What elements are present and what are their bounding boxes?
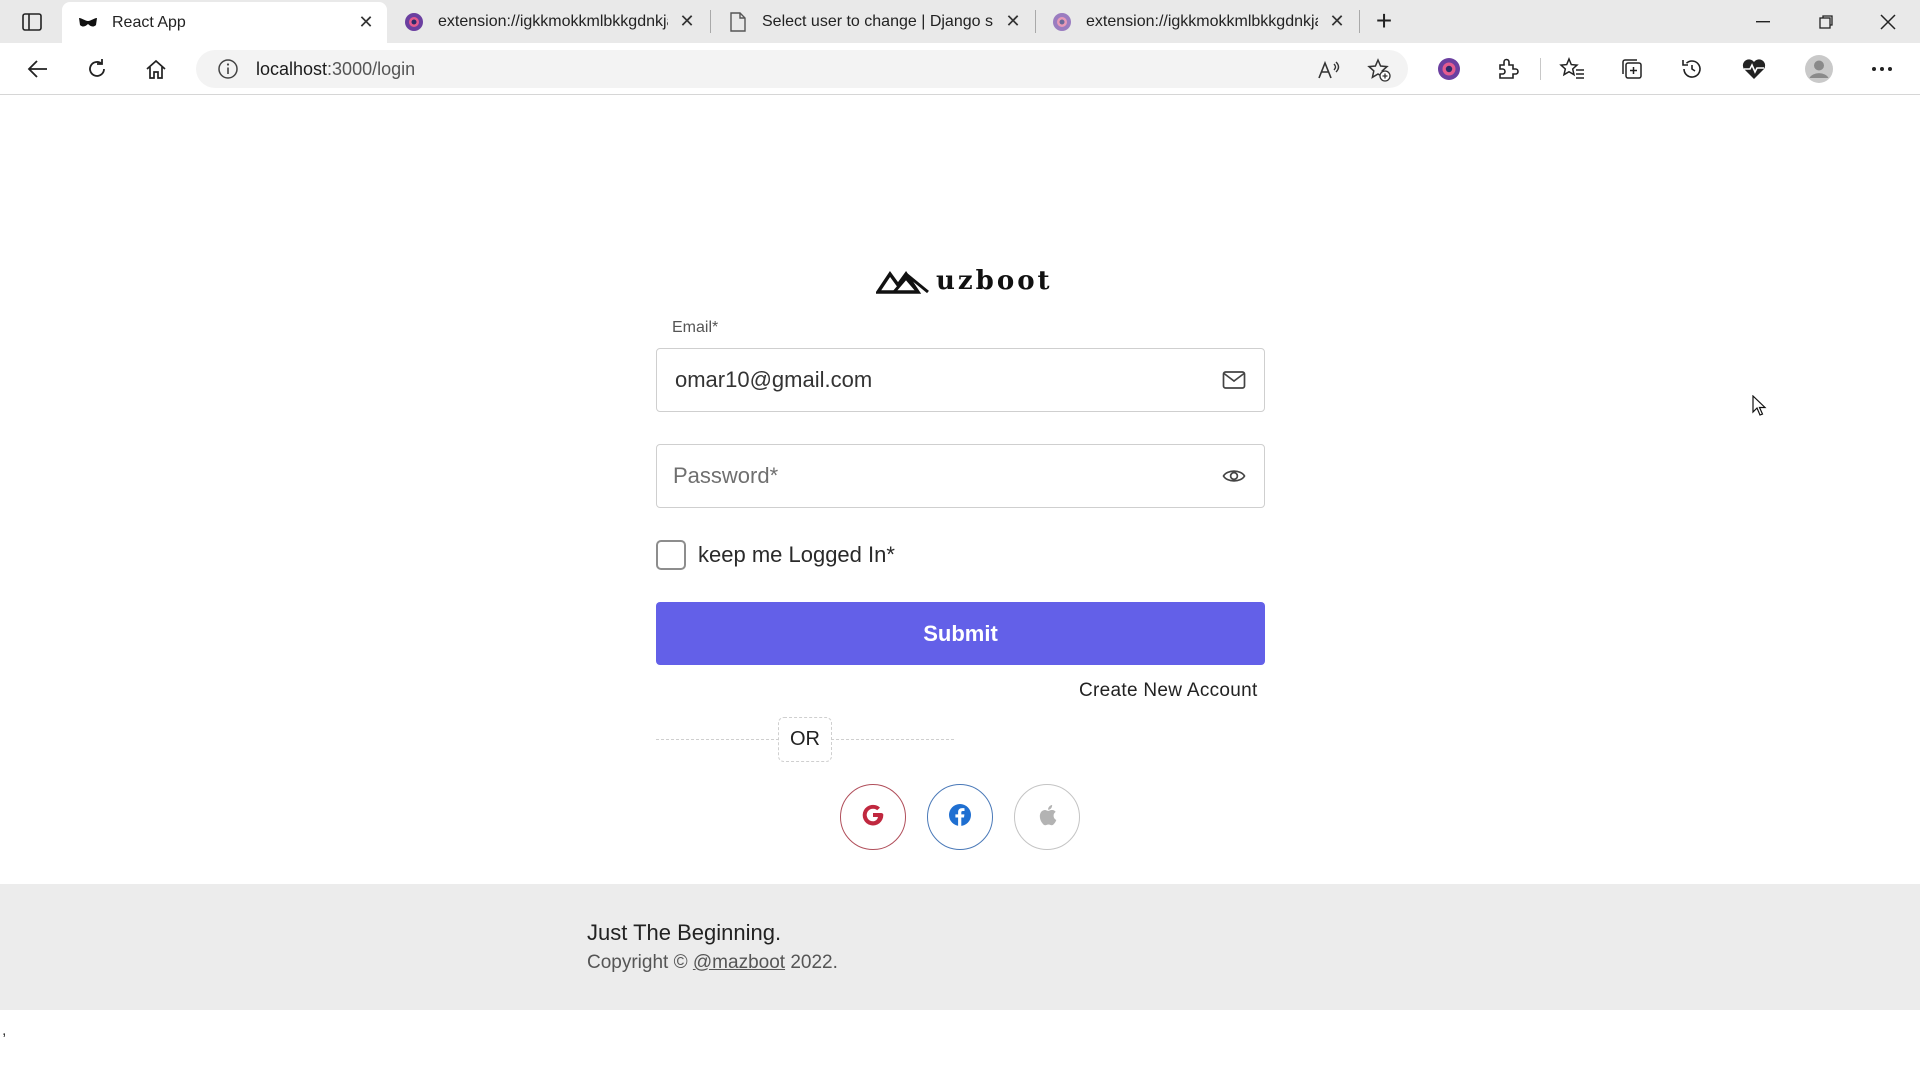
apple-icon (1036, 803, 1058, 832)
or-label: OR (778, 717, 832, 762)
tab-title: extension://igkkmokkmlbkkgdnkjancbl (1086, 12, 1318, 30)
facebook-icon (948, 803, 972, 832)
extension-icon[interactable] (1433, 53, 1465, 85)
password-field[interactable]: Password* (656, 444, 1265, 508)
extension-icon (404, 12, 424, 32)
site-info-icon[interactable] (216, 57, 240, 81)
login-page: uzboot Email* omar10@gmail.com Password*… (0, 96, 1920, 1080)
footer-title: Just The Beginning. (587, 920, 782, 945)
history-icon[interactable] (1676, 53, 1708, 85)
refresh-icon[interactable] (81, 53, 113, 85)
read-aloud-icon[interactable] (1316, 57, 1342, 83)
brand-name: uzboot (936, 266, 1053, 296)
close-window-icon[interactable] (1873, 8, 1903, 36)
footer-copyright: Copyright © @mazboot 2022. (587, 952, 838, 973)
tab-extension-2[interactable]: extension://igkkmokkmlbkkgdnkjancbl ✕ (1036, 0, 1358, 43)
tab-title: extension://igkkmokkmlbkkgdnkjancbl (438, 12, 668, 30)
page-icon (728, 11, 748, 32)
browser-toolbar: localhost:3000/login (0, 43, 1920, 95)
add-favorite-icon[interactable] (1366, 57, 1392, 83)
url-text: localhost:3000/login (256, 58, 416, 79)
browser-tab-bar: React App ✕ extension://igkkmokkmlbkkgdn… (0, 0, 1920, 43)
browser-essentials-icon[interactable] (1738, 53, 1770, 85)
new-tab-button[interactable]: + (1370, 7, 1398, 36)
favorites-icon[interactable] (1556, 53, 1588, 85)
restore-icon[interactable] (1811, 8, 1841, 36)
remember-label[interactable]: keep me Logged In* (698, 542, 895, 568)
collections-icon[interactable] (1616, 53, 1648, 85)
brand-logo: uzboot (876, 266, 1053, 296)
tab-title: React App (112, 13, 186, 31)
close-tab-icon[interactable]: ✕ (1002, 11, 1024, 33)
google-icon (860, 802, 886, 833)
submit-button[interactable]: Submit (656, 602, 1265, 665)
tab-react-app[interactable]: React App ✕ (62, 2, 387, 43)
remember-checkbox[interactable] (656, 540, 686, 570)
tab-actions-icon[interactable] (18, 10, 46, 34)
close-tab-icon[interactable]: ✕ (1326, 11, 1348, 33)
address-bar[interactable]: localhost:3000/login (196, 50, 1408, 88)
close-tab-icon[interactable]: ✕ (676, 11, 698, 33)
mouse-cursor-icon (1752, 395, 1767, 416)
apple-login-button[interactable] (1014, 784, 1080, 850)
minimize-icon[interactable] (1748, 8, 1778, 36)
envelope-icon (1218, 364, 1250, 396)
tab-title: Select user to change | Django site admi… (762, 12, 994, 30)
email-value: omar10@gmail.com (675, 367, 873, 392)
toolbar-separator (1540, 58, 1541, 80)
create-account-link[interactable]: Create New Account (1079, 680, 1258, 702)
page-footer: Just The Beginning. Copyright © @mazboot… (0, 884, 1920, 1010)
remember-me: keep me Logged In* (656, 540, 895, 570)
email-field[interactable]: omar10@gmail.com (656, 348, 1265, 412)
close-tab-icon[interactable]: ✕ (355, 12, 377, 34)
tab-django-admin[interactable]: Select user to change | Django site admi… (712, 0, 1034, 43)
facebook-login-button[interactable] (927, 784, 993, 850)
extension-icon (1052, 12, 1072, 32)
password-placeholder: Password* (673, 463, 779, 488)
eye-icon[interactable] (1218, 460, 1250, 492)
back-icon[interactable] (22, 53, 54, 85)
more-options-icon[interactable] (1866, 53, 1898, 85)
tab-separator (1359, 10, 1360, 33)
brand-m-icon (876, 271, 929, 294)
extensions-puzzle-icon[interactable] (1492, 53, 1524, 85)
tab-extension-1[interactable]: extension://igkkmokkmlbkkgdnkjancbl ✕ (388, 0, 708, 43)
mask-icon (78, 13, 98, 33)
email-label: Email* (672, 319, 719, 336)
profile-avatar-icon[interactable] (1803, 53, 1835, 85)
stray-text: , (2, 1022, 7, 1039)
tab-separator (710, 10, 711, 33)
footer-brand-link[interactable]: @mazboot (693, 952, 785, 973)
home-icon[interactable] (140, 53, 172, 85)
google-login-button[interactable] (840, 784, 906, 850)
